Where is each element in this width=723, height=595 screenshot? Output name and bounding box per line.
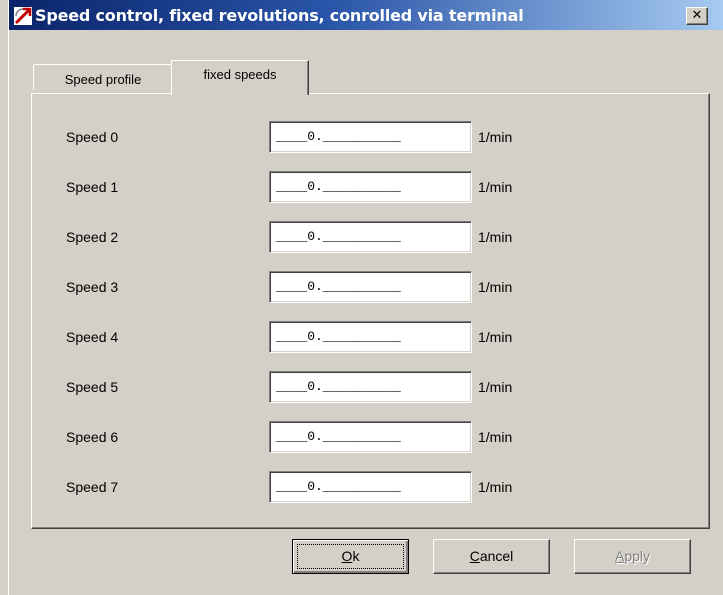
ok-button[interactable]: Ok <box>292 539 409 574</box>
tab-label: Speed profile <box>64 72 142 87</box>
close-button[interactable]: ✕ <box>686 7 708 25</box>
speed-unit: 1/min <box>478 429 513 445</box>
speed-unit: 1/min <box>478 129 513 145</box>
speed-label: Speed 4 <box>66 329 119 345</box>
speed-label: Speed 1 <box>66 179 119 195</box>
speed-label: Speed 0 <box>66 129 119 145</box>
window-title: Speed control, fixed revolutions, conrol… <box>35 6 524 25</box>
active-tab-join <box>172 93 307 95</box>
speed-row-0: Speed 0 ____0.__________ 1/min <box>32 121 711 161</box>
tab-fixed-speeds[interactable]: fixed speeds <box>171 60 309 95</box>
speed-unit: 1/min <box>478 379 513 395</box>
speed-7-input[interactable]: ____0.__________ <box>269 471 472 503</box>
apply-label-rest: pply <box>624 548 651 564</box>
speed-row-7: Speed 7 ____0.__________ 1/min <box>32 471 711 511</box>
speed-3-input[interactable]: ____0.__________ <box>269 271 472 303</box>
speed-unit: 1/min <box>478 279 513 295</box>
cancel-button[interactable]: Cancel <box>433 539 550 574</box>
speed-unit: 1/min <box>478 479 513 495</box>
speed-row-6: Speed 6 ____0.__________ 1/min <box>32 421 711 461</box>
tab-label: fixed speeds <box>203 67 277 82</box>
cancel-label-rest: ancel <box>479 548 514 564</box>
speed-unit: 1/min <box>478 179 513 195</box>
speed-row-5: Speed 5 ____0.__________ 1/min <box>32 371 711 411</box>
speed-unit: 1/min <box>478 329 513 345</box>
speed-4-input[interactable]: ____0.__________ <box>269 321 472 353</box>
speed-label: Speed 7 <box>66 479 119 495</box>
speed-5-input[interactable]: ____0.__________ <box>269 371 472 403</box>
fixed-speeds-panel: Speed 0 ____0.__________ 1/min Speed 1 _… <box>31 93 710 529</box>
close-icon: ✕ <box>691 8 703 23</box>
speed-0-input[interactable]: ____0.__________ <box>269 121 472 153</box>
tab-speed-profile[interactable]: Speed profile <box>33 64 173 90</box>
speed-label: Speed 5 <box>66 379 119 395</box>
speed-row-4: Speed 4 ____0.__________ 1/min <box>32 321 711 361</box>
speed-row-3: Speed 3 ____0.__________ 1/min <box>32 271 711 311</box>
dialog-window: Speed control, fixed revolutions, conrol… <box>8 0 723 595</box>
speed-6-input[interactable]: ____0.__________ <box>269 421 472 453</box>
title-bar[interactable]: Speed control, fixed revolutions, conrol… <box>9 0 723 30</box>
speed-label: Speed 3 <box>66 279 119 295</box>
apply-button[interactable]: Apply <box>574 539 691 574</box>
speed-label: Speed 2 <box>66 229 119 245</box>
cancel-mnemonic: C <box>469 548 480 564</box>
speed-label: Speed 6 <box>66 429 119 445</box>
speed-row-1: Speed 1 ____0.__________ 1/min <box>32 171 711 211</box>
speed-2-input[interactable]: ____0.__________ <box>269 221 472 253</box>
speed-unit: 1/min <box>478 229 513 245</box>
speed-1-input[interactable]: ____0.__________ <box>269 171 472 203</box>
speed-row-2: Speed 2 ____0.__________ 1/min <box>32 221 711 261</box>
app-speed-icon <box>14 7 32 25</box>
focus-rectangle <box>297 544 404 569</box>
apply-mnemonic: A <box>614 548 625 564</box>
